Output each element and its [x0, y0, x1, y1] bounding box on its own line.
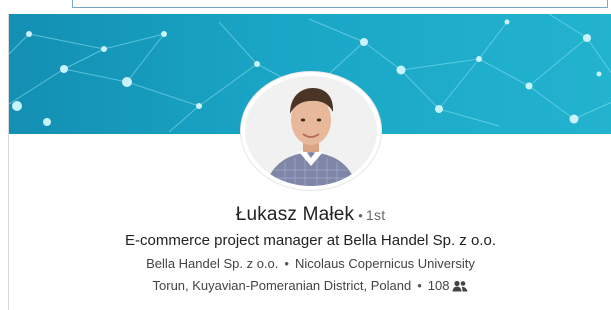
company-link[interactable]: Bella Handel Sp. z o.o.: [146, 256, 278, 271]
name-line: Łukasz Małek • 1st: [9, 204, 611, 226]
top-strip: [0, 0, 611, 14]
degree-separator: •: [358, 208, 364, 223]
profile-info: Łukasz Małek • 1st E-commerce project mana…: [9, 204, 611, 295]
separator: •: [284, 256, 289, 271]
profile-headline: E-commerce project manager at Bella Hand…: [124, 232, 496, 249]
search-bar-edge: [72, 0, 608, 8]
avatar[interactable]: [241, 72, 381, 190]
company-education-line: Bella Handel Sp. z o.o. • Nicolaus Coperni…: [9, 256, 611, 271]
profile-photo: [245, 76, 377, 186]
connection-degree: 1st: [366, 207, 386, 223]
profile-location: Torun, Kuyavian-Pomeranian District, Pol…: [152, 278, 412, 293]
connections-link[interactable]: 108: [428, 278, 469, 293]
connections-count: 108: [427, 278, 450, 293]
profile-name[interactable]: Łukasz Małek: [236, 204, 355, 225]
separator: •: [417, 278, 422, 293]
people-icon: [452, 280, 468, 295]
education-link[interactable]: Nicolaus Copernicus University: [295, 256, 475, 271]
location-line: Torun, Kuyavian-Pomeranian District, Pol…: [9, 278, 611, 295]
profile-card: Łukasz Małek • 1st E-commerce project mana…: [8, 14, 611, 310]
